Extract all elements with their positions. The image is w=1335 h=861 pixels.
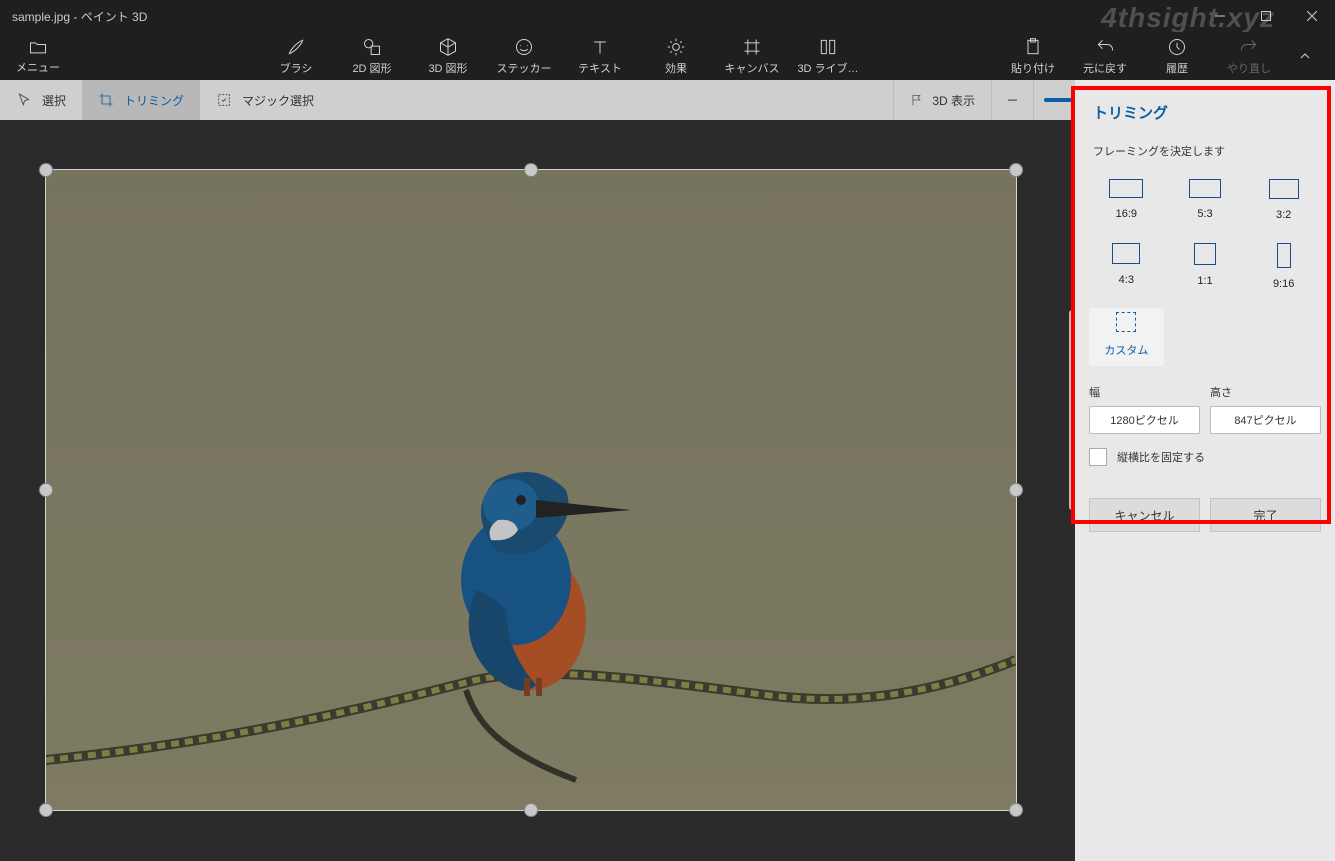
window-title: sample.jpg - ペイント 3D xyxy=(0,8,147,25)
ratio-5-3[interactable]: 5:3 xyxy=(1168,175,1243,229)
aspect-ratio-grid: 16:9 5:3 3:2 4:3 1:1 9:16 xyxy=(1075,169,1335,372)
paste-button[interactable]: 貼り付け xyxy=(997,37,1069,76)
library-icon xyxy=(818,37,838,57)
redo-button[interactable]: やり直し xyxy=(1213,37,1285,76)
width-label: 幅 xyxy=(1089,384,1200,400)
crop-tool[interactable]: トリミング xyxy=(82,80,200,120)
tool-3d-shapes[interactable]: 3D 図形 xyxy=(412,37,484,76)
image-canvas[interactable] xyxy=(46,170,1016,810)
crop-handle-tl[interactable] xyxy=(39,163,53,177)
history-button[interactable]: 履歴 xyxy=(1141,37,1213,76)
menu-button[interactable]: メニュー xyxy=(6,37,70,75)
brush-icon xyxy=(286,37,306,57)
ratio-custom[interactable]: カスタム xyxy=(1089,308,1164,366)
ratio-box-icon xyxy=(1277,243,1291,268)
cancel-button[interactable]: キャンセル xyxy=(1089,498,1200,532)
chevron-up-icon xyxy=(1297,48,1313,64)
ratio-box-icon xyxy=(1269,179,1299,199)
folder-icon xyxy=(28,37,48,57)
tool-effects[interactable]: 効果 xyxy=(640,37,712,76)
redo-icon xyxy=(1239,37,1259,57)
crop-handle-mr[interactable] xyxy=(1009,483,1023,497)
framing-label: フレーミングを決定します xyxy=(1075,133,1335,169)
zoom-out-button[interactable]: − xyxy=(991,80,1033,120)
magic-select-tool[interactable]: マジック選択 xyxy=(200,80,330,120)
shapes-2d-icon xyxy=(362,37,382,57)
undo-button[interactable]: 元に戻す xyxy=(1069,37,1141,76)
text-icon xyxy=(590,37,610,57)
title-bar: sample.jpg - ペイント 3D xyxy=(0,0,1335,32)
flag-icon xyxy=(910,93,924,107)
tool-3d-library[interactable]: 3D ライブ… xyxy=(792,37,864,76)
crop-icon xyxy=(98,92,114,108)
ratio-box-icon xyxy=(1112,243,1140,264)
ratio-box-icon xyxy=(1194,243,1216,265)
panel-scrollbar[interactable] xyxy=(1069,310,1075,510)
crop-handle-ml[interactable] xyxy=(39,483,53,497)
cube-icon xyxy=(438,37,458,57)
ratio-1-1[interactable]: 1:1 xyxy=(1168,239,1243,298)
ratio-9-16[interactable]: 9:16 xyxy=(1246,239,1321,298)
crop-handle-bc[interactable] xyxy=(524,803,538,817)
crop-handle-br[interactable] xyxy=(1009,803,1023,817)
lock-aspect-label: 縦横比を固定する xyxy=(1117,449,1205,465)
crop-handle-tc[interactable] xyxy=(524,163,538,177)
panel-title: トリミング xyxy=(1075,80,1335,133)
sun-icon xyxy=(666,37,686,57)
tool-2d-shapes[interactable]: 2D 図形 xyxy=(336,37,408,76)
maximize-button[interactable] xyxy=(1243,0,1289,32)
width-input[interactable]: 1280ピクセル xyxy=(1089,406,1200,434)
ratio-16-9[interactable]: 16:9 xyxy=(1089,175,1164,229)
done-button[interactable]: 完了 xyxy=(1210,498,1321,532)
height-label: 高さ xyxy=(1210,384,1321,400)
view-3d-button[interactable]: 3D 表示 xyxy=(893,80,991,120)
lock-aspect-checkbox[interactable] xyxy=(1089,448,1107,466)
ratio-custom-icon xyxy=(1116,312,1136,332)
ratio-box-icon xyxy=(1189,179,1221,198)
crop-handle-tr[interactable] xyxy=(1009,163,1023,177)
ribbon-toolbar: メニュー ブラシ 2D 図形 3D 図形 ステッカー テキスト 効果 キャン xyxy=(0,32,1335,80)
canvas-icon xyxy=(742,37,762,57)
select-tool[interactable]: 選択 xyxy=(0,80,82,120)
canvas-area xyxy=(0,120,1075,861)
crop-handle-bl[interactable] xyxy=(39,803,53,817)
tool-sticker[interactable]: ステッカー xyxy=(488,37,560,76)
history-icon xyxy=(1167,37,1187,57)
tool-canvas[interactable]: キャンバス xyxy=(716,37,788,76)
ratio-box-icon xyxy=(1109,179,1143,198)
tool-text[interactable]: テキスト xyxy=(564,37,636,76)
close-button[interactable] xyxy=(1289,0,1335,32)
collapse-ribbon-button[interactable] xyxy=(1285,32,1325,80)
tool-brush[interactable]: ブラシ xyxy=(260,37,332,76)
clipboard-icon xyxy=(1023,37,1043,57)
height-input[interactable]: 847ピクセル xyxy=(1210,406,1321,434)
minimize-button[interactable] xyxy=(1197,0,1243,32)
menu-label: メニュー xyxy=(16,59,60,75)
magic-select-icon xyxy=(216,92,232,108)
ratio-3-2[interactable]: 3:2 xyxy=(1246,175,1321,229)
side-panel: トリミング フレーミングを決定します 16:9 5:3 3:2 4:3 1:1 xyxy=(1075,80,1335,861)
ratio-4-3[interactable]: 4:3 xyxy=(1089,239,1164,298)
sticker-icon xyxy=(514,37,534,57)
cursor-icon xyxy=(16,92,32,108)
crop-rectangle[interactable] xyxy=(46,170,1016,810)
undo-icon xyxy=(1095,37,1115,57)
